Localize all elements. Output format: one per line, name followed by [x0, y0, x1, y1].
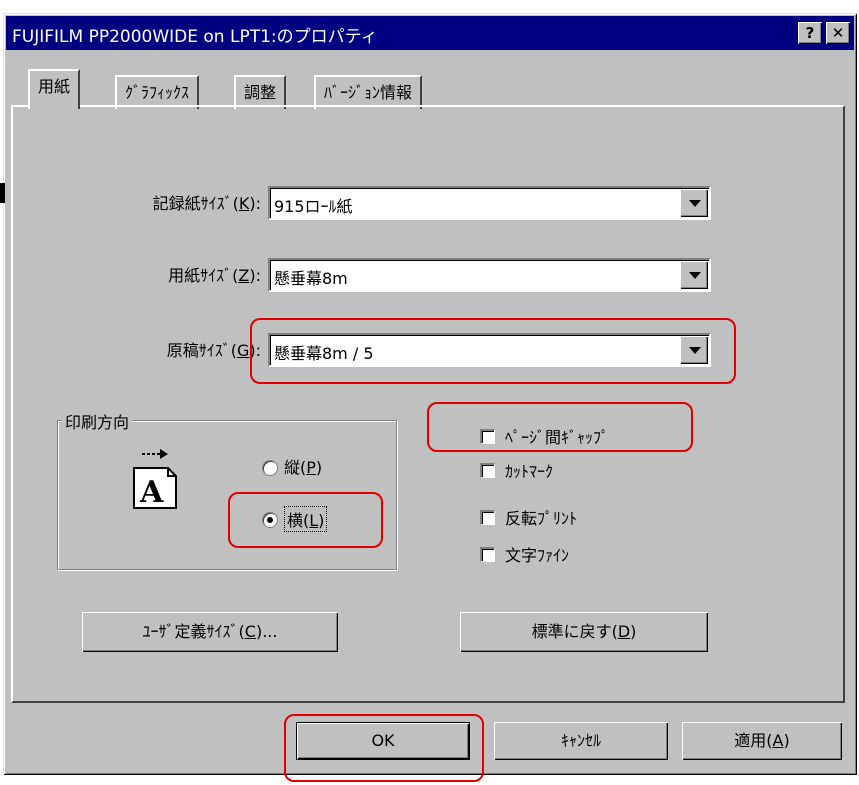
chevron-down-icon[interactable]: [680, 261, 708, 289]
fine-text-checkbox[interactable]: [480, 547, 495, 562]
cut-mark-label[interactable]: ｶｯﾄﾏｰｸ: [505, 458, 553, 482]
paper-size-label: 用紙ｻｲｽﾞ(Z):: [168, 266, 261, 285]
window-title: FUJIFILM PP2000WIDE on LPT1:のプロパティ: [12, 27, 378, 47]
portrait-label[interactable]: 縦(P): [284, 454, 322, 478]
portrait-radio[interactable]: [262, 460, 278, 476]
tab-graphics[interactable]: ｸﾞﾗﾌｨｯｸｽ: [115, 75, 200, 109]
paper-size-select[interactable]: 懸垂幕8m: [268, 258, 711, 292]
annotation-highlight-page-gap: [427, 402, 693, 452]
edge-marker: [0, 183, 5, 203]
cancel-button[interactable]: ｷｬﾝｾﾙ: [494, 722, 668, 760]
orientation-group-title: 印刷方向: [62, 409, 133, 433]
close-button[interactable]: ✕: [826, 22, 850, 44]
recording-size-label: 記録紙ｻｲｽﾞ(K):: [152, 194, 261, 213]
reset-defaults-button[interactable]: 標準に戻す(D): [460, 612, 708, 652]
help-button[interactable]: ?: [798, 22, 822, 44]
title-bar: FUJIFILM PP2000WIDE on LPT1:のプロパティ ? ✕: [6, 16, 854, 50]
apply-button[interactable]: 適用(A): [682, 722, 842, 760]
reverse-print-label[interactable]: 反転ﾌﾟﾘﾝﾄ: [505, 505, 577, 529]
annotation-highlight-landscape: [228, 492, 383, 548]
reverse-print-checkbox[interactable]: [480, 510, 495, 525]
paper-size-value: 懸垂幕8m: [274, 269, 348, 288]
recording-size-select[interactable]: 915ロｰﾙ紙: [268, 186, 711, 220]
fine-text-label[interactable]: 文字ﾌｧｲﾝ: [505, 542, 569, 566]
landscape-page-icon: A: [133, 449, 177, 510]
svg-text:A: A: [139, 475, 164, 510]
chevron-down-icon[interactable]: [680, 189, 708, 217]
annotation-highlight-ok: [284, 714, 484, 782]
annotation-highlight-original-size: [250, 318, 736, 384]
recording-size-value: 915ロｰﾙ紙: [274, 197, 353, 216]
tab-version[interactable]: ﾊﾞｰｼﾞｮﾝ情報: [314, 75, 423, 109]
user-defined-size-button[interactable]: ﾕｰｻﾞ定義ｻｲｽﾞ(C)...: [82, 612, 338, 652]
cut-mark-checkbox[interactable]: [480, 463, 495, 478]
tab-adjust[interactable]: 調整: [234, 75, 287, 109]
tab-paper[interactable]: 用紙: [28, 69, 81, 109]
original-size-label: 原稿ｻｲｽﾞ(G):: [166, 341, 261, 360]
